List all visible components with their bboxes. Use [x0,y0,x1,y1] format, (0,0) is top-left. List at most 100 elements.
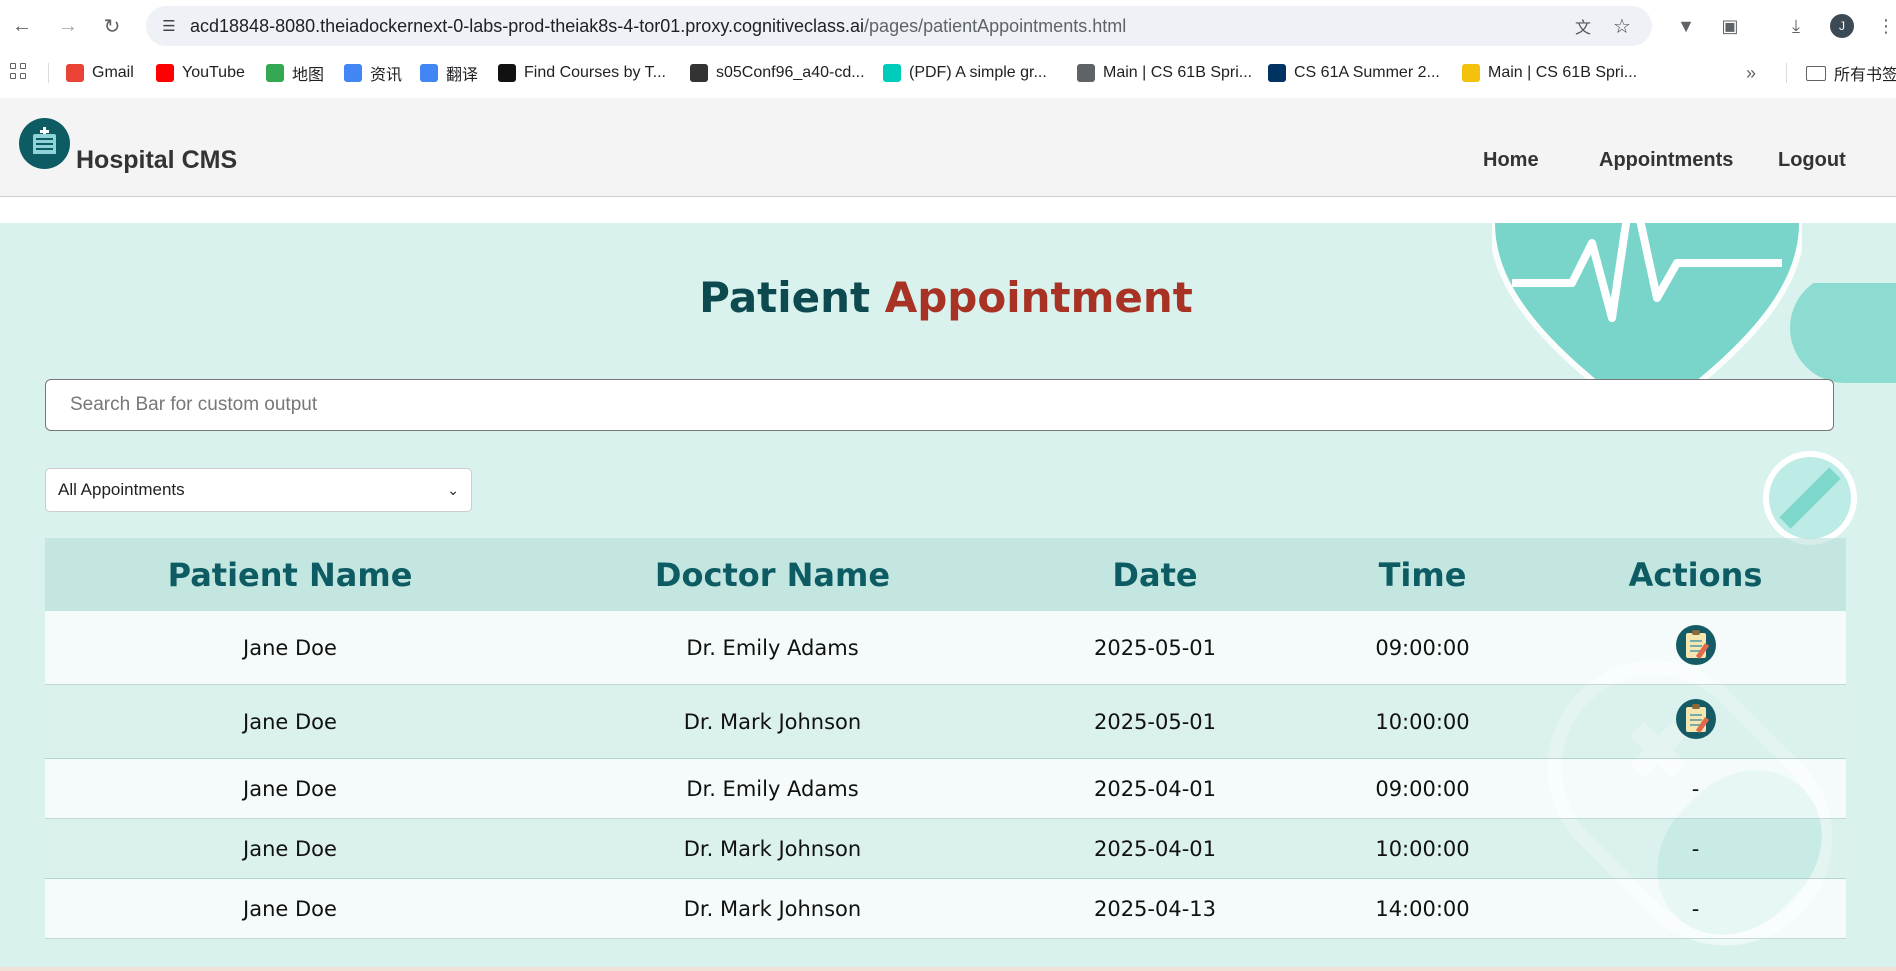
header-actions: Actions [1628,555,1763,594]
header-doctor-name[interactable]: Doctor Name [535,538,1010,611]
bookmark-label: Main | CS 61B Spri... [1488,64,1638,81]
cell-patient-name: Jane Doe [243,635,337,660]
reload-icon[interactable]: ↻ [98,12,126,40]
bookmarks-overflow-icon[interactable]: » [1746,63,1756,84]
bookmarks-divider [48,63,49,83]
filter-selected-value: All Appointments [58,480,185,499]
search-input[interactable] [45,379,1834,431]
page-viewport: Hospital CMS Home Appointments Logout Pa… [0,98,1896,971]
bookmark-item[interactable]: Gmail [66,61,134,85]
bookmarks-bar: Gmail YouTube 地图 资讯 翻译 Find Courses by T... s0… [0,53,1896,93]
bookmark-item[interactable]: s05Conf96_a40-cd... [690,61,865,85]
page-bottom-edge [0,967,1896,971]
bookmark-item[interactable]: CS 61A Summer 2... [1268,61,1440,85]
cell-patient-name: Jane Doe [243,836,337,861]
tablet-decoration-icon [1763,451,1857,545]
extensions-puzzle-icon[interactable]: ▣ [1716,12,1744,40]
cell-patient-name: Jane Doe [243,896,337,921]
appointments-table: Patient Name Doctor Name Date Time Actio… [45,538,1846,939]
chevron-down-icon: ⌄ [447,481,459,498]
address-bar[interactable]: ☰ acd18848-8080.theiadockernext-0-labs-p… [146,6,1652,46]
table-row: Jane Doe Dr. Mark Johnson 2025-04-01 10:00:… [45,819,1846,879]
news-icon [344,64,362,82]
bookmark-label: 地图 [292,67,325,84]
bookmark-label: Find Courses by T... [524,64,666,81]
download-icon[interactable]: ⤓ [1782,12,1810,40]
cell-actions: - [1691,836,1700,861]
all-bookmarks-folder[interactable]: 所有书签 [1806,61,1896,85]
cell-time: 10:00:00 [1375,836,1470,861]
conf-icon [690,64,708,82]
url-path: /pages/patientAppointments.html [864,16,1127,36]
researchgate-icon [883,64,901,82]
bookmark-item[interactable]: (PDF) A simple gr... [883,61,1047,85]
all-bookmarks-label: 所有书签 [1834,67,1896,84]
forward-icon[interactable]: → [54,12,82,40]
site-brand[interactable]: Hospital CMS [76,146,237,175]
bookmark-item[interactable]: Main | CS 61B Spri... [1077,61,1252,85]
bookmark-item[interactable]: Main | CS 61B Spri... [1462,61,1637,85]
bookmark-item[interactable]: 地图 [266,61,324,85]
cell-date: 2025-04-01 [1093,836,1217,861]
back-icon[interactable]: ← [8,12,36,40]
header-patient-name[interactable]: Patient Name [45,538,535,611]
table-row: Jane Doe Dr. Emily Adams 2025-04-01 09:00:0… [45,759,1846,819]
nav-home[interactable]: Home [1483,149,1539,172]
menu-kebab-icon[interactable]: ⋮ [1872,12,1896,40]
appointment-filter-select[interactable]: All Appointments ⌄ [45,468,472,512]
cell-doctor-name: Dr. Mark Johnson [683,709,862,734]
cell-doctor-name: Dr. Mark Johnson [683,896,862,921]
bookmark-star-icon[interactable]: ☆ [1610,14,1634,38]
cell-date: 2025-05-01 [1093,709,1217,734]
berkeley-icon [1268,64,1286,82]
extension-v-icon[interactable]: ▼ [1672,12,1700,40]
hospital-logo-icon [19,118,70,169]
prescription-clipboard-icon[interactable] [1675,624,1716,665]
cell-doctor-name: Dr. Emily Adams [686,635,859,660]
table-row: Jane Doe Dr. Emily Adams 2025-05-01 09:00:0… [45,611,1846,685]
cell-actions [1545,685,1846,758]
bookmark-label: 翻译 [446,67,479,84]
cell-date: 2025-04-01 [1093,776,1217,801]
translate-page-icon[interactable]: 文 [1572,15,1594,37]
nav-appointments[interactable]: Appointments [1599,149,1733,172]
cell-date: 2025-05-01 [1093,635,1217,660]
cell-doctor-name: Dr. Emily Adams [686,776,859,801]
translate-icon [420,64,438,82]
prescription-clipboard-icon[interactable] [1675,698,1716,739]
bookmark-item[interactable]: YouTube [156,61,245,85]
page-title-part2: Appointment [884,273,1193,322]
nav-logout[interactable]: Logout [1778,149,1846,172]
bookmark-item[interactable]: 翻译 [420,61,478,85]
bookmark-item[interactable]: Find Courses by T... [498,61,666,85]
apps-grid-icon[interactable] [10,63,30,83]
courses-icon [498,64,516,82]
cell-time: 09:00:00 [1375,635,1470,660]
site-header: Hospital CMS Home Appointments Logout [0,98,1896,197]
folder-icon [1806,65,1826,81]
bookmark-label: YouTube [182,64,245,81]
cell-patient-name: Jane Doe [243,776,337,801]
bookmark-label: s05Conf96_a40-cd... [716,64,865,81]
url-text[interactable]: acd18848-8080.theiadockernext-0-labs-pro… [190,16,1126,37]
cell-time: 10:00:00 [1375,709,1470,734]
table-header-row: Patient Name Doctor Name Date Time Actio… [45,538,1846,611]
cell-actions: - [1691,896,1700,921]
cell-actions [1545,611,1846,684]
cell-patient-name: Jane Doe [243,709,337,734]
header-date[interactable]: Date [1010,538,1300,611]
appointments-section: Patient Appointment All Appointments ⌄ P… [0,223,1896,971]
profile-avatar[interactable]: J [1830,14,1854,38]
bookmark-item[interactable]: 资讯 [344,61,402,85]
bookmark-label: Main | CS 61B Spri... [1103,64,1253,81]
table-row: Jane Doe Dr. Mark Johnson 2025-05-01 10:00:… [45,685,1846,759]
header-time[interactable]: Time [1300,538,1545,611]
cell-actions: - [1691,776,1700,801]
page-title: Patient Appointment [0,273,1892,322]
site-info-icon[interactable]: ☰ [158,15,180,37]
cell-time: 09:00:00 [1375,776,1470,801]
bookmarks-divider-right [1786,63,1787,83]
bookmark-label: 资讯 [370,67,403,84]
bookmark-label: (PDF) A simple gr... [909,64,1047,81]
table-body: Jane Doe Dr. Emily Adams 2025-05-01 09:00:0… [45,611,1846,939]
